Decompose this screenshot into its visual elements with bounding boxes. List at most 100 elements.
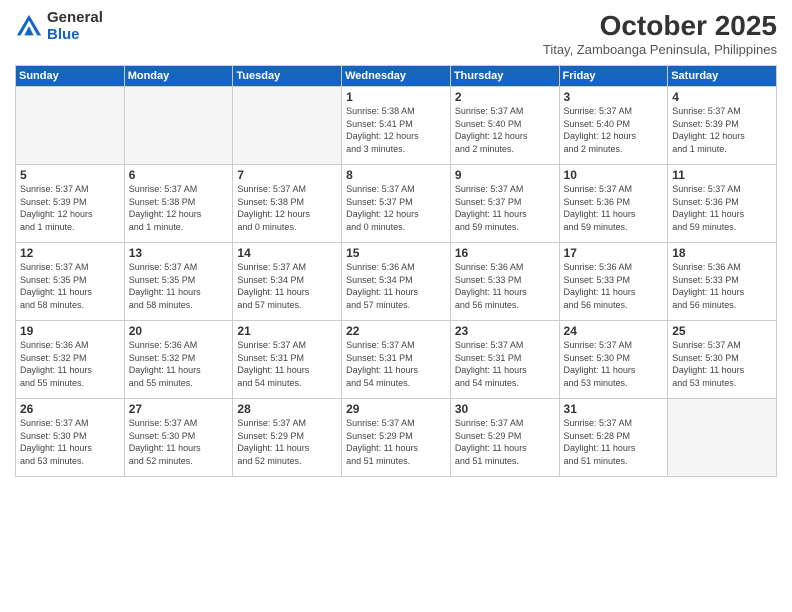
logo-blue-text: Blue — [47, 27, 103, 44]
table-row: 16Sunrise: 5:36 AM Sunset: 5:33 PM Dayli… — [450, 243, 559, 321]
day-info: Sunrise: 5:37 AM Sunset: 5:37 PM Dayligh… — [346, 183, 446, 233]
day-number: 30 — [455, 402, 555, 416]
logo-general-text: General — [47, 10, 103, 27]
day-number: 31 — [564, 402, 664, 416]
day-info: Sunrise: 5:36 AM Sunset: 5:33 PM Dayligh… — [455, 261, 555, 311]
header-wednesday: Wednesday — [342, 66, 451, 87]
header: General Blue October 2025 Titay, Zamboan… — [15, 10, 777, 57]
day-number: 25 — [672, 324, 772, 338]
day-number: 13 — [129, 246, 229, 260]
day-number: 15 — [346, 246, 446, 260]
header-sunday: Sunday — [16, 66, 125, 87]
logo-icon — [15, 13, 43, 41]
day-info: Sunrise: 5:37 AM Sunset: 5:38 PM Dayligh… — [129, 183, 229, 233]
table-row — [16, 87, 125, 165]
day-number: 19 — [20, 324, 120, 338]
calendar-week-row: 12Sunrise: 5:37 AM Sunset: 5:35 PM Dayli… — [16, 243, 777, 321]
day-info: Sunrise: 5:37 AM Sunset: 5:28 PM Dayligh… — [564, 417, 664, 467]
table-row: 20Sunrise: 5:36 AM Sunset: 5:32 PM Dayli… — [124, 321, 233, 399]
day-number: 8 — [346, 168, 446, 182]
logo-text: General Blue — [47, 10, 103, 43]
table-row: 5Sunrise: 5:37 AM Sunset: 5:39 PM Daylig… — [16, 165, 125, 243]
day-info: Sunrise: 5:37 AM Sunset: 5:31 PM Dayligh… — [237, 339, 337, 389]
title-block: October 2025 Titay, Zamboanga Peninsula,… — [543, 10, 777, 57]
header-thursday: Thursday — [450, 66, 559, 87]
table-row: 9Sunrise: 5:37 AM Sunset: 5:37 PM Daylig… — [450, 165, 559, 243]
day-info: Sunrise: 5:37 AM Sunset: 5:40 PM Dayligh… — [564, 105, 664, 155]
day-number: 24 — [564, 324, 664, 338]
table-row — [668, 399, 777, 477]
calendar-table: Sunday Monday Tuesday Wednesday Thursday… — [15, 65, 777, 477]
day-number: 18 — [672, 246, 772, 260]
table-row: 8Sunrise: 5:37 AM Sunset: 5:37 PM Daylig… — [342, 165, 451, 243]
logo: General Blue — [15, 10, 103, 43]
day-number: 14 — [237, 246, 337, 260]
day-info: Sunrise: 5:36 AM Sunset: 5:33 PM Dayligh… — [672, 261, 772, 311]
table-row: 11Sunrise: 5:37 AM Sunset: 5:36 PM Dayli… — [668, 165, 777, 243]
table-row: 22Sunrise: 5:37 AM Sunset: 5:31 PM Dayli… — [342, 321, 451, 399]
calendar-week-row: 19Sunrise: 5:36 AM Sunset: 5:32 PM Dayli… — [16, 321, 777, 399]
day-info: Sunrise: 5:37 AM Sunset: 5:29 PM Dayligh… — [455, 417, 555, 467]
day-number: 20 — [129, 324, 229, 338]
day-number: 17 — [564, 246, 664, 260]
day-info: Sunrise: 5:37 AM Sunset: 5:29 PM Dayligh… — [237, 417, 337, 467]
calendar-week-row: 1Sunrise: 5:38 AM Sunset: 5:41 PM Daylig… — [16, 87, 777, 165]
day-info: Sunrise: 5:37 AM Sunset: 5:37 PM Dayligh… — [455, 183, 555, 233]
day-number: 1 — [346, 90, 446, 104]
day-number: 3 — [564, 90, 664, 104]
day-info: Sunrise: 5:37 AM Sunset: 5:36 PM Dayligh… — [672, 183, 772, 233]
day-number: 28 — [237, 402, 337, 416]
day-info: Sunrise: 5:37 AM Sunset: 5:30 PM Dayligh… — [672, 339, 772, 389]
weekday-header-row: Sunday Monday Tuesday Wednesday Thursday… — [16, 66, 777, 87]
day-number: 27 — [129, 402, 229, 416]
day-info: Sunrise: 5:36 AM Sunset: 5:32 PM Dayligh… — [20, 339, 120, 389]
header-tuesday: Tuesday — [233, 66, 342, 87]
table-row: 19Sunrise: 5:36 AM Sunset: 5:32 PM Dayli… — [16, 321, 125, 399]
table-row: 30Sunrise: 5:37 AM Sunset: 5:29 PM Dayli… — [450, 399, 559, 477]
table-row: 23Sunrise: 5:37 AM Sunset: 5:31 PM Dayli… — [450, 321, 559, 399]
day-info: Sunrise: 5:37 AM Sunset: 5:31 PM Dayligh… — [455, 339, 555, 389]
day-info: Sunrise: 5:37 AM Sunset: 5:39 PM Dayligh… — [672, 105, 772, 155]
header-monday: Monday — [124, 66, 233, 87]
page-container: General Blue October 2025 Titay, Zamboan… — [0, 0, 792, 487]
table-row: 1Sunrise: 5:38 AM Sunset: 5:41 PM Daylig… — [342, 87, 451, 165]
table-row: 27Sunrise: 5:37 AM Sunset: 5:30 PM Dayli… — [124, 399, 233, 477]
table-row: 21Sunrise: 5:37 AM Sunset: 5:31 PM Dayli… — [233, 321, 342, 399]
day-info: Sunrise: 5:37 AM Sunset: 5:29 PM Dayligh… — [346, 417, 446, 467]
table-row: 25Sunrise: 5:37 AM Sunset: 5:30 PM Dayli… — [668, 321, 777, 399]
day-info: Sunrise: 5:37 AM Sunset: 5:36 PM Dayligh… — [564, 183, 664, 233]
location-subtitle: Titay, Zamboanga Peninsula, Philippines — [543, 42, 777, 57]
day-info: Sunrise: 5:37 AM Sunset: 5:40 PM Dayligh… — [455, 105, 555, 155]
table-row: 28Sunrise: 5:37 AM Sunset: 5:29 PM Dayli… — [233, 399, 342, 477]
day-number: 5 — [20, 168, 120, 182]
day-info: Sunrise: 5:37 AM Sunset: 5:35 PM Dayligh… — [20, 261, 120, 311]
day-info: Sunrise: 5:37 AM Sunset: 5:35 PM Dayligh… — [129, 261, 229, 311]
header-friday: Friday — [559, 66, 668, 87]
table-row — [124, 87, 233, 165]
table-row: 13Sunrise: 5:37 AM Sunset: 5:35 PM Dayli… — [124, 243, 233, 321]
table-row: 26Sunrise: 5:37 AM Sunset: 5:30 PM Dayli… — [16, 399, 125, 477]
day-number: 6 — [129, 168, 229, 182]
day-info: Sunrise: 5:36 AM Sunset: 5:32 PM Dayligh… — [129, 339, 229, 389]
day-info: Sunrise: 5:36 AM Sunset: 5:34 PM Dayligh… — [346, 261, 446, 311]
day-number: 4 — [672, 90, 772, 104]
day-info: Sunrise: 5:37 AM Sunset: 5:38 PM Dayligh… — [237, 183, 337, 233]
day-info: Sunrise: 5:37 AM Sunset: 5:39 PM Dayligh… — [20, 183, 120, 233]
day-info: Sunrise: 5:37 AM Sunset: 5:30 PM Dayligh… — [129, 417, 229, 467]
table-row: 17Sunrise: 5:36 AM Sunset: 5:33 PM Dayli… — [559, 243, 668, 321]
table-row: 2Sunrise: 5:37 AM Sunset: 5:40 PM Daylig… — [450, 87, 559, 165]
day-info: Sunrise: 5:38 AM Sunset: 5:41 PM Dayligh… — [346, 105, 446, 155]
day-number: 21 — [237, 324, 337, 338]
day-number: 16 — [455, 246, 555, 260]
day-number: 22 — [346, 324, 446, 338]
day-number: 9 — [455, 168, 555, 182]
day-info: Sunrise: 5:37 AM Sunset: 5:34 PM Dayligh… — [237, 261, 337, 311]
table-row: 4Sunrise: 5:37 AM Sunset: 5:39 PM Daylig… — [668, 87, 777, 165]
table-row: 12Sunrise: 5:37 AM Sunset: 5:35 PM Dayli… — [16, 243, 125, 321]
calendar-week-row: 26Sunrise: 5:37 AM Sunset: 5:30 PM Dayli… — [16, 399, 777, 477]
table-row: 7Sunrise: 5:37 AM Sunset: 5:38 PM Daylig… — [233, 165, 342, 243]
day-number: 11 — [672, 168, 772, 182]
day-number: 2 — [455, 90, 555, 104]
day-info: Sunrise: 5:37 AM Sunset: 5:30 PM Dayligh… — [564, 339, 664, 389]
table-row: 29Sunrise: 5:37 AM Sunset: 5:29 PM Dayli… — [342, 399, 451, 477]
